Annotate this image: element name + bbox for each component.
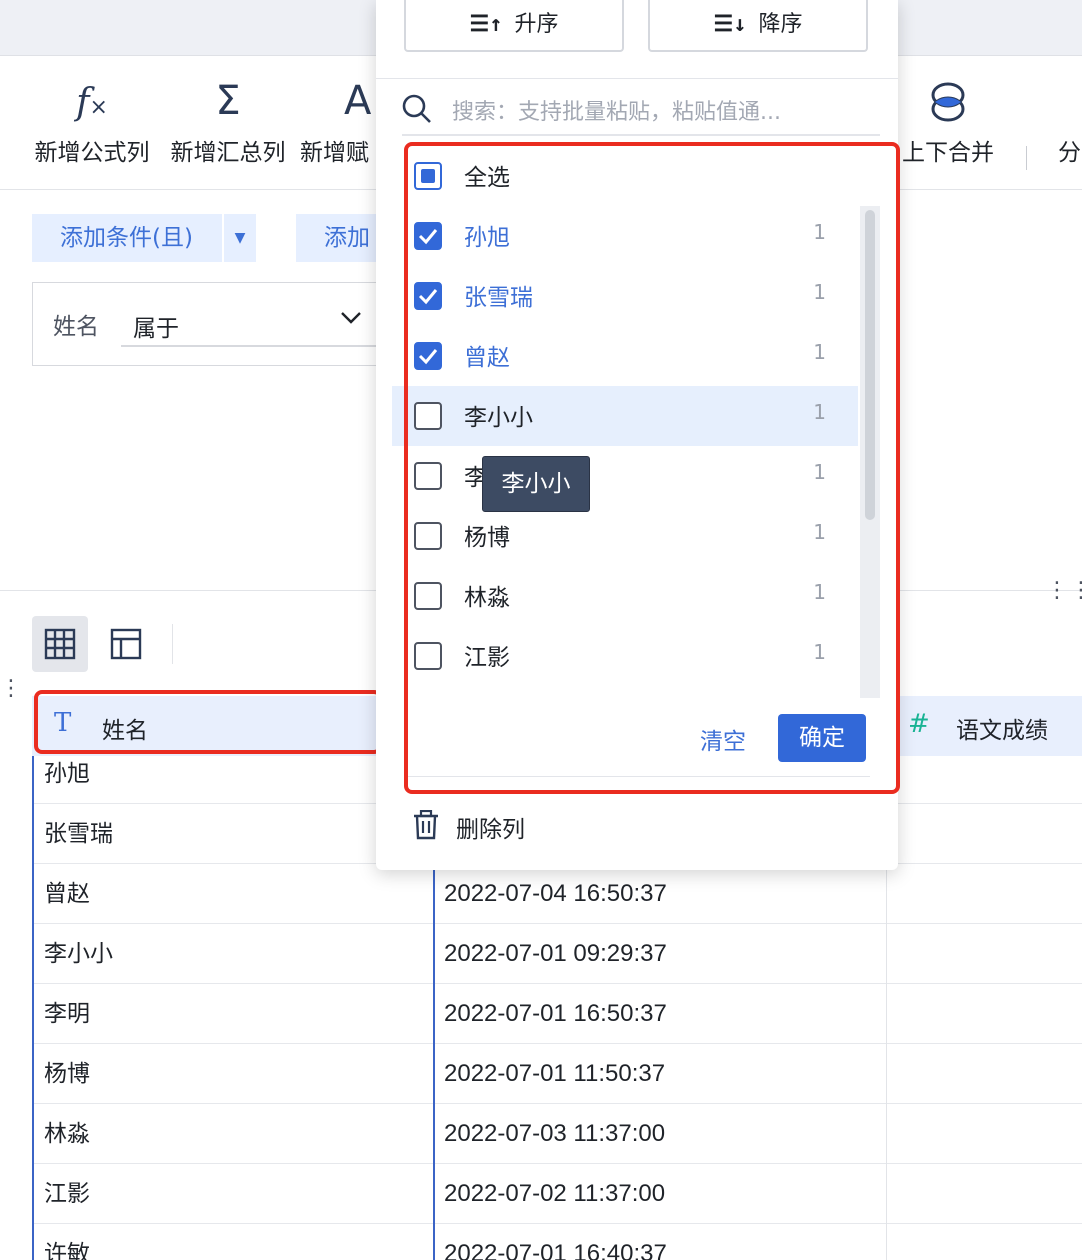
add-assign-column-button[interactable]: A 新增赋 xyxy=(300,76,376,167)
layout-view-button[interactable] xyxy=(98,616,154,672)
number-type-icon: # xyxy=(908,709,930,739)
table-row[interactable]: 林淼 2022-07-03 11:37:00 xyxy=(32,1104,1082,1164)
merge-icon xyxy=(890,76,1006,128)
column-border-time xyxy=(433,864,435,1260)
chevron-down-icon xyxy=(339,305,363,333)
search-icon xyxy=(402,94,432,128)
grid-view-button[interactable] xyxy=(32,616,88,672)
search-input[interactable]: 搜索：支持批量粘贴，粘贴值通... xyxy=(402,80,880,136)
sort-ascending-button[interactable]: ☰↑ 升序 xyxy=(404,0,624,52)
table-row[interactable]: 江影 2022-07-02 11:37:00 xyxy=(32,1164,1082,1224)
view-divider xyxy=(172,624,173,664)
operator-select[interactable]: 属于 xyxy=(121,293,391,347)
add-or-condition-button[interactable]: 添加 xyxy=(296,214,386,262)
sort-descending-icon: ☰↓ xyxy=(713,12,747,37)
column-resize-handle-icon[interactable]: ⋮ xyxy=(0,676,22,701)
fx-icon: f× xyxy=(76,82,108,123)
column-border-left xyxy=(32,756,34,1260)
sort-descending-button[interactable]: ☰↓ 降序 xyxy=(648,0,868,52)
delete-column-button[interactable]: 删除列 xyxy=(412,808,612,844)
table-row[interactable]: 杨博 2022-07-01 11:50:37 xyxy=(32,1044,1082,1104)
toolbar-divider xyxy=(1026,146,1027,170)
chevron-down-icon[interactable]: ▼ xyxy=(224,214,256,262)
split-button[interactable]: 分 xyxy=(1058,76,1082,167)
add-and-condition-button[interactable]: 添加条件(且) xyxy=(32,214,222,262)
sort-ascending-icon: ☰↑ xyxy=(469,12,503,37)
column-filter-popup: ☰↑ 升序 ☰↓ 降序 搜索：支持批量粘贴，粘贴值通... 全选 孙旭 1 张雪瑞 … xyxy=(376,0,900,870)
filter-field-label: 姓名 xyxy=(53,314,99,340)
filter-condition: 姓名 属于 xyxy=(32,282,392,366)
sigma-icon: Σ xyxy=(215,78,241,124)
drag-handle-icon[interactable]: ⋮⋮ xyxy=(1046,578,1082,603)
add-summary-column-button[interactable]: Σ 新增汇总列 xyxy=(160,76,296,167)
popup-divider xyxy=(376,78,898,79)
trash-icon xyxy=(412,809,440,844)
layout-icon xyxy=(110,628,142,660)
column-border-score xyxy=(886,864,887,1260)
table-row[interactable]: 李小小 2022-07-01 09:29:37 xyxy=(32,924,1082,984)
table-grid-icon xyxy=(44,628,76,660)
highlight-box-filter-list xyxy=(404,142,900,794)
table-row[interactable]: 许敏 2022-07-01 16:40:37 xyxy=(32,1224,1082,1260)
vertical-merge-button[interactable]: 上下合并 xyxy=(890,76,1006,167)
text-assign-icon: A xyxy=(344,78,372,124)
add-formula-column-button[interactable]: f× 新增公式列 xyxy=(24,76,160,167)
table-row[interactable]: 曾赵 2022-07-04 16:50:37 xyxy=(32,864,1082,924)
table-row[interactable]: 李明 2022-07-01 16:50:37 xyxy=(32,984,1082,1044)
